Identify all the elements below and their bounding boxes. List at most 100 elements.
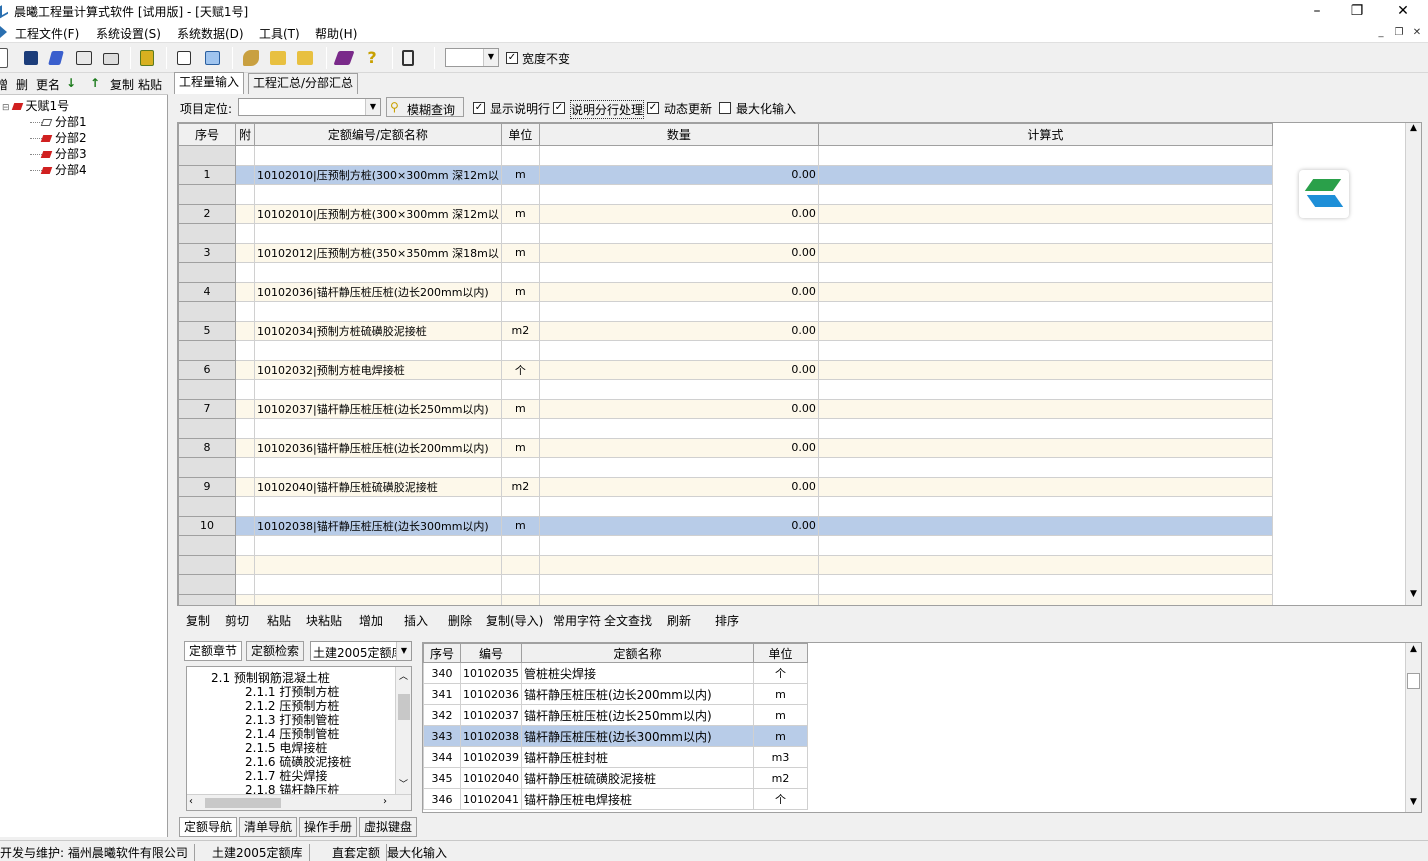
grid-row[interactable]: 7 10102037|锚杆静压桩压桩(边长250mm以内) m 0.00	[178, 398, 1273, 419]
cell-attach[interactable]	[235, 223, 255, 244]
cell-name[interactable]	[254, 301, 502, 322]
grid-desc-row[interactable]	[178, 496, 1273, 517]
tab-summary[interactable]: 工程汇总/分部汇总	[248, 73, 359, 94]
cell-name[interactable]	[254, 574, 502, 595]
cell-unit[interactable]: 个	[500, 359, 540, 380]
cell-unit[interactable]	[500, 554, 540, 575]
quota-row[interactable]: 345 10102040 锚杆静压桩硫磺胶泥接桩 m2	[423, 767, 808, 789]
grid-empty-row[interactable]	[178, 574, 1273, 595]
grid-row[interactable]: 5 10102034|预制方桩硫磺胶泥接桩 m2 0.00	[178, 320, 1273, 341]
delete-button[interactable]: 删除	[448, 612, 472, 629]
mdi-close-button[interactable]: ✕	[1410, 26, 1424, 40]
grid-desc-row[interactable]	[178, 145, 1273, 166]
scroll-up-icon[interactable]: ▲	[1406, 644, 1421, 654]
cell-attach[interactable]	[235, 437, 255, 458]
cell-qty[interactable]	[538, 379, 819, 400]
grid-empty-row[interactable]	[178, 554, 1273, 575]
quota-row[interactable]: 342 10102037 锚杆静压桩压桩(边长250mm以内) m	[423, 704, 808, 726]
cell-unit[interactable]: m	[500, 242, 540, 263]
common-chars-button[interactable]: 常用字符	[553, 612, 601, 629]
cell-formula[interactable]	[817, 223, 1273, 244]
quota-row[interactable]: 340 10102035 管桩桩尖焊接个	[423, 662, 808, 684]
cell-attach[interactable]	[235, 359, 255, 380]
cell-formula[interactable]	[817, 593, 1273, 605]
cell-name[interactable]	[254, 535, 502, 556]
cell-unit[interactable]: m	[500, 515, 540, 536]
mdi-minimize-button[interactable]: _	[1374, 26, 1388, 40]
cell-formula[interactable]	[817, 554, 1273, 575]
tab-quota-nav[interactable]: 定额导航	[179, 817, 238, 837]
edit-icon[interactable]	[48, 51, 64, 65]
cell-unit[interactable]	[500, 496, 540, 517]
save-icon[interactable]	[24, 51, 38, 65]
fuzzy-search-button[interactable]: ⚲ 模糊查询	[386, 97, 464, 117]
grid-desc-row[interactable]	[178, 379, 1273, 400]
cell-formula[interactable]	[817, 203, 1273, 224]
grid-desc-row[interactable]	[178, 223, 1273, 244]
cell-name[interactable]	[254, 340, 502, 361]
cell-attach[interactable]	[235, 476, 255, 497]
cell-attach[interactable]	[235, 340, 255, 361]
cell-qty[interactable]	[538, 496, 819, 517]
cell-unit[interactable]: m	[500, 437, 540, 458]
cell-formula[interactable]	[817, 320, 1273, 341]
insert-button[interactable]: 插入	[404, 612, 428, 629]
grid-row[interactable]: 2 10102010|压预制方桩(300×300mm 深12m以 m 0.00	[178, 203, 1273, 224]
cell-attach[interactable]	[235, 535, 255, 556]
cell-qty[interactable]	[538, 301, 819, 322]
dynamic-update-checkbox[interactable]: ✓	[647, 102, 659, 114]
scroll-thumb[interactable]	[1407, 673, 1420, 689]
delete-node-button[interactable]: 删	[16, 76, 28, 93]
refresh-button[interactable]: 刷新	[667, 612, 691, 629]
grid-row[interactable]: 3 10102012|压预制方桩(350×350mm 深18m以 m 0.00	[178, 242, 1273, 263]
help-icon[interactable]: ?	[362, 48, 382, 68]
cell-unit[interactable]: m2	[500, 476, 540, 497]
cell-qty[interactable]	[538, 554, 819, 575]
cell-name[interactable]: 10102034|预制方桩硫磺胶泥接桩	[254, 320, 502, 341]
cell-qty[interactable]	[538, 340, 819, 361]
cell-name[interactable]	[254, 593, 502, 605]
cell-name[interactable]: 10102037|锚杆静压桩压桩(边长250mm以内)	[254, 398, 502, 419]
hand-icon[interactable]	[243, 50, 259, 66]
cell-qty[interactable]: 0.00	[538, 320, 819, 341]
cell-qty[interactable]: 0.00	[538, 164, 819, 185]
close-button[interactable]: ✕	[1388, 2, 1418, 20]
menu-settings[interactable]: 系统设置(S)	[96, 25, 161, 42]
cell-qty[interactable]	[538, 535, 819, 556]
cell-formula[interactable]	[817, 476, 1273, 497]
book-icon[interactable]	[333, 51, 355, 65]
grid-desc-row[interactable]	[178, 184, 1273, 205]
cell-unit[interactable]	[500, 145, 540, 166]
cell-qty[interactable]: 0.00	[538, 476, 819, 497]
cell-formula[interactable]	[817, 535, 1273, 556]
cell-attach[interactable]	[235, 379, 255, 400]
cell-attach[interactable]	[235, 496, 255, 517]
cell-formula[interactable]	[817, 437, 1273, 458]
scroll-right-icon[interactable]: ›	[383, 796, 387, 807]
cell-attach[interactable]	[235, 184, 255, 205]
menu-tools[interactable]: 工具(T)	[259, 25, 300, 42]
cell-attach[interactable]	[235, 164, 255, 185]
cell-attach[interactable]	[235, 418, 255, 439]
tab-bill-nav[interactable]: 清单导航	[239, 817, 298, 837]
grid-desc-row[interactable]	[178, 418, 1273, 439]
show-desc-checkbox[interactable]: ✓	[473, 102, 485, 114]
block-paste-button[interactable]: 块粘贴	[306, 612, 342, 629]
cell-unit[interactable]	[500, 184, 540, 205]
grid-row[interactable]: 1 10102010|压预制方桩(300×300mm 深12m以 m 0.00	[178, 164, 1273, 185]
tab-quantity-input[interactable]: 工程量输入	[174, 72, 245, 94]
grid-row[interactable]: 10 10102038|锚杆静压桩压桩(边长300mm以内) m 0.00	[178, 515, 1273, 536]
grid-row[interactable]: 6 10102032|预制方桩电焊接桩个 0.00	[178, 359, 1273, 380]
zoom-select[interactable]: ▼	[445, 48, 499, 67]
cell-formula[interactable]	[817, 301, 1273, 322]
cell-name[interactable]	[254, 262, 502, 283]
cell-attach[interactable]	[235, 301, 255, 322]
cell-qty[interactable]	[538, 593, 819, 605]
cell-formula[interactable]	[817, 515, 1273, 536]
scroll-down-icon[interactable]: ▼	[1406, 797, 1421, 807]
tree-item-4[interactable]: 分部4	[30, 161, 87, 178]
library-select[interactable]: 土建2005定额库 ▼	[310, 641, 412, 661]
cell-qty[interactable]: 0.00	[538, 203, 819, 224]
grid-desc-row[interactable]	[178, 340, 1273, 361]
open-folder-icon[interactable]	[270, 51, 286, 65]
